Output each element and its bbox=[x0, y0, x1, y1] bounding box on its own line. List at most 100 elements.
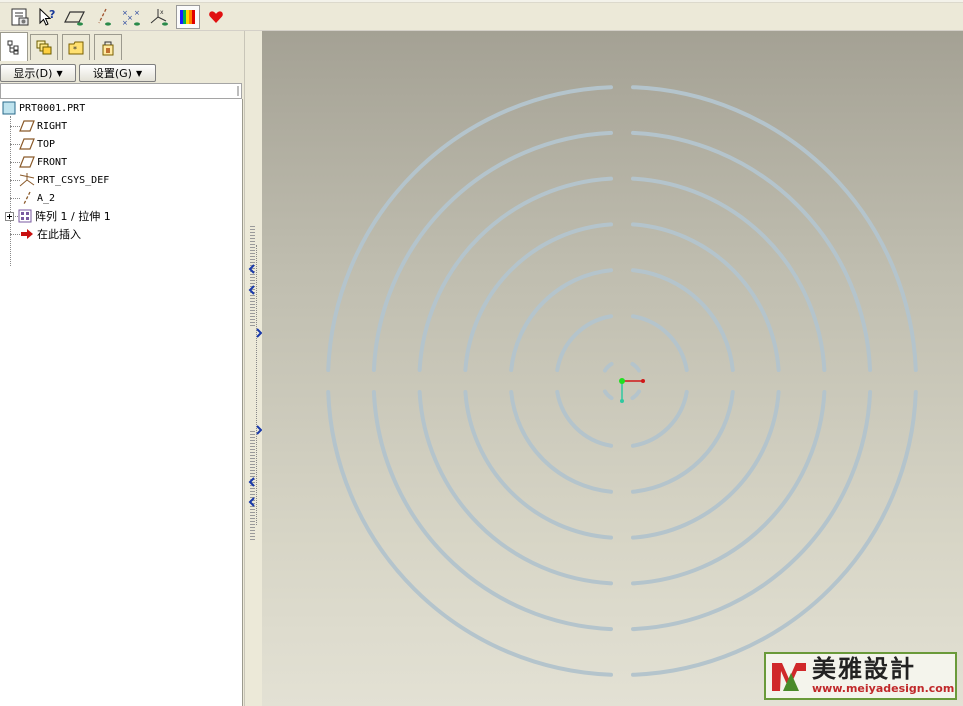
show-menu-label: 显示(D) bbox=[13, 67, 53, 80]
collapse-left-icon[interactable] bbox=[248, 477, 256, 487]
datum-plane-icon bbox=[19, 155, 35, 169]
brand-logo-icon bbox=[766, 654, 812, 698]
tab-connections[interactable] bbox=[94, 34, 122, 60]
tab-model-tree[interactable] bbox=[0, 32, 28, 61]
ring-segment[interactable] bbox=[463, 389, 614, 540]
main-toolbar: ? × × × × x bbox=[0, 0, 963, 31]
svg-text:×: × bbox=[122, 19, 128, 27]
watermark-title: 美雅設計 bbox=[812, 655, 916, 683]
expand-plus-icon[interactable] bbox=[3, 209, 15, 223]
svg-text:×: × bbox=[127, 14, 133, 22]
datum-plane-icon bbox=[19, 119, 35, 133]
watermark-logo: 美雅設計 www.meiyadesign.com bbox=[764, 652, 957, 700]
ring-segment[interactable] bbox=[417, 176, 614, 373]
collapse-left-icon[interactable] bbox=[248, 264, 256, 274]
ring-segment[interactable] bbox=[630, 222, 781, 373]
datum-axes-icon bbox=[98, 8, 111, 26]
color-appearance-button[interactable] bbox=[176, 5, 200, 29]
tree-item-label: 在此插入 bbox=[37, 228, 81, 241]
model-tree-tab-icon bbox=[7, 40, 19, 55]
tree-root-part[interactable]: PRT0001.PRT bbox=[1, 99, 85, 117]
ring-segment[interactable] bbox=[631, 390, 918, 677]
tree-filter-field[interactable] bbox=[0, 83, 242, 99]
show-menu-button[interactable]: 显示(D) ▼ bbox=[0, 64, 76, 82]
part-icon bbox=[1, 101, 17, 115]
datum-points-icon: × × × × bbox=[122, 9, 140, 27]
tree-connector bbox=[10, 116, 11, 266]
layer-tree-tab-icon bbox=[36, 40, 52, 54]
svg-text:?: ? bbox=[49, 8, 55, 21]
tree-item-top-plane[interactable]: TOP bbox=[19, 135, 55, 153]
svg-text:*: * bbox=[73, 45, 77, 54]
coordinate-system-icon bbox=[19, 173, 35, 187]
tree-item-coordinate-system[interactable]: PRT_CSYS_DEF bbox=[19, 171, 109, 189]
datum-plane-icon bbox=[19, 137, 35, 151]
query-select-button[interactable]: ? bbox=[35, 5, 59, 29]
query-select-icon: ? bbox=[39, 7, 55, 26]
csys-x-tip bbox=[641, 379, 645, 383]
ring-segment[interactable] bbox=[602, 389, 614, 401]
tree-item-label: A_2 bbox=[37, 192, 56, 204]
tree-item-label: PRT_CSYS_DEF bbox=[37, 174, 110, 186]
ring-segment[interactable] bbox=[630, 389, 642, 401]
ring-pattern-model[interactable] bbox=[262, 31, 963, 706]
coordinate-systems-icon: x bbox=[150, 9, 168, 26]
csys-z-tip bbox=[620, 399, 624, 403]
ring-segment[interactable] bbox=[630, 389, 689, 448]
insert-here-arrow-icon bbox=[19, 227, 35, 241]
settings-menu-label: 设置(G) bbox=[92, 67, 132, 80]
tree-item-axis[interactable]: A_2 bbox=[19, 189, 55, 207]
svg-text:×: × bbox=[134, 9, 140, 17]
chevron-down-icon: ▼ bbox=[56, 68, 63, 78]
chevron-down-icon: ▼ bbox=[135, 68, 143, 78]
navigator-menu-bar: 显示(D) ▼ 设置(G) ▼ bbox=[0, 61, 244, 83]
model-tree: PRT0001.PRT RIGHT TOP FRONT PRT_CSYS_DEF… bbox=[0, 99, 243, 706]
ring-segment[interactable] bbox=[630, 314, 689, 373]
tree-item-insert-here[interactable]: 在此插入 bbox=[19, 225, 81, 243]
ring-segment[interactable] bbox=[555, 389, 614, 448]
ring-segment[interactable] bbox=[463, 222, 614, 373]
color-appearance-icon bbox=[180, 10, 195, 24]
csys-origin-point bbox=[619, 378, 625, 384]
datum-points-toggle[interactable]: × × × × bbox=[120, 5, 144, 29]
ring-segment[interactable] bbox=[326, 390, 613, 677]
panel-splitter[interactable] bbox=[244, 31, 263, 706]
filter-field-end bbox=[237, 86, 239, 96]
tab-layer-tree[interactable] bbox=[30, 34, 58, 60]
tab-folder-browser[interactable]: * bbox=[62, 34, 90, 60]
tree-item-label: RIGHT bbox=[37, 120, 68, 132]
ring-segment[interactable] bbox=[326, 85, 613, 372]
ring-segment[interactable] bbox=[631, 85, 918, 372]
tree-item-front-plane[interactable]: FRONT bbox=[19, 153, 67, 171]
tree-item-label: FRONT bbox=[37, 156, 68, 168]
toolbar-top-strip bbox=[0, 0, 963, 3]
navigator-tab-bar: * bbox=[0, 31, 244, 61]
coordinate-systems-toggle[interactable]: x bbox=[148, 5, 172, 29]
tree-item-label: 阵列 1 / 拉伸 1 bbox=[35, 210, 111, 223]
datum-axis-icon bbox=[19, 191, 35, 205]
tree-item-label: TOP bbox=[37, 138, 56, 150]
ring-segment[interactable] bbox=[630, 389, 781, 540]
favorites-button[interactable] bbox=[204, 5, 228, 29]
datum-axes-toggle[interactable] bbox=[92, 5, 116, 29]
connections-tab-icon bbox=[102, 41, 114, 55]
watermark-url: www.meiyadesign.com bbox=[812, 682, 955, 695]
ring-segment[interactable] bbox=[602, 361, 614, 373]
collapse-left-icon[interactable] bbox=[248, 497, 256, 507]
ring-segment[interactable] bbox=[630, 361, 642, 373]
ring-segment[interactable] bbox=[555, 314, 614, 373]
collapse-left-icon[interactable] bbox=[248, 285, 256, 295]
svg-text:x: x bbox=[160, 9, 164, 16]
tree-item-right-plane[interactable]: RIGHT bbox=[19, 117, 67, 135]
graphics-viewport[interactable] bbox=[262, 31, 963, 706]
favorite-heart-icon bbox=[209, 11, 223, 23]
ring-segment[interactable] bbox=[417, 389, 614, 586]
regenerate-display-button[interactable] bbox=[8, 5, 32, 29]
tree-item-pattern[interactable]: 阵列 1 / 拉伸 1 bbox=[3, 207, 111, 225]
ring-segment[interactable] bbox=[630, 176, 827, 373]
settings-menu-button[interactable]: 设置(G) ▼ bbox=[79, 64, 156, 82]
splitter-grip[interactable] bbox=[250, 226, 255, 326]
ring-segment[interactable] bbox=[630, 389, 827, 586]
datum-planes-toggle[interactable] bbox=[63, 5, 87, 29]
datum-planes-icon bbox=[64, 11, 85, 26]
